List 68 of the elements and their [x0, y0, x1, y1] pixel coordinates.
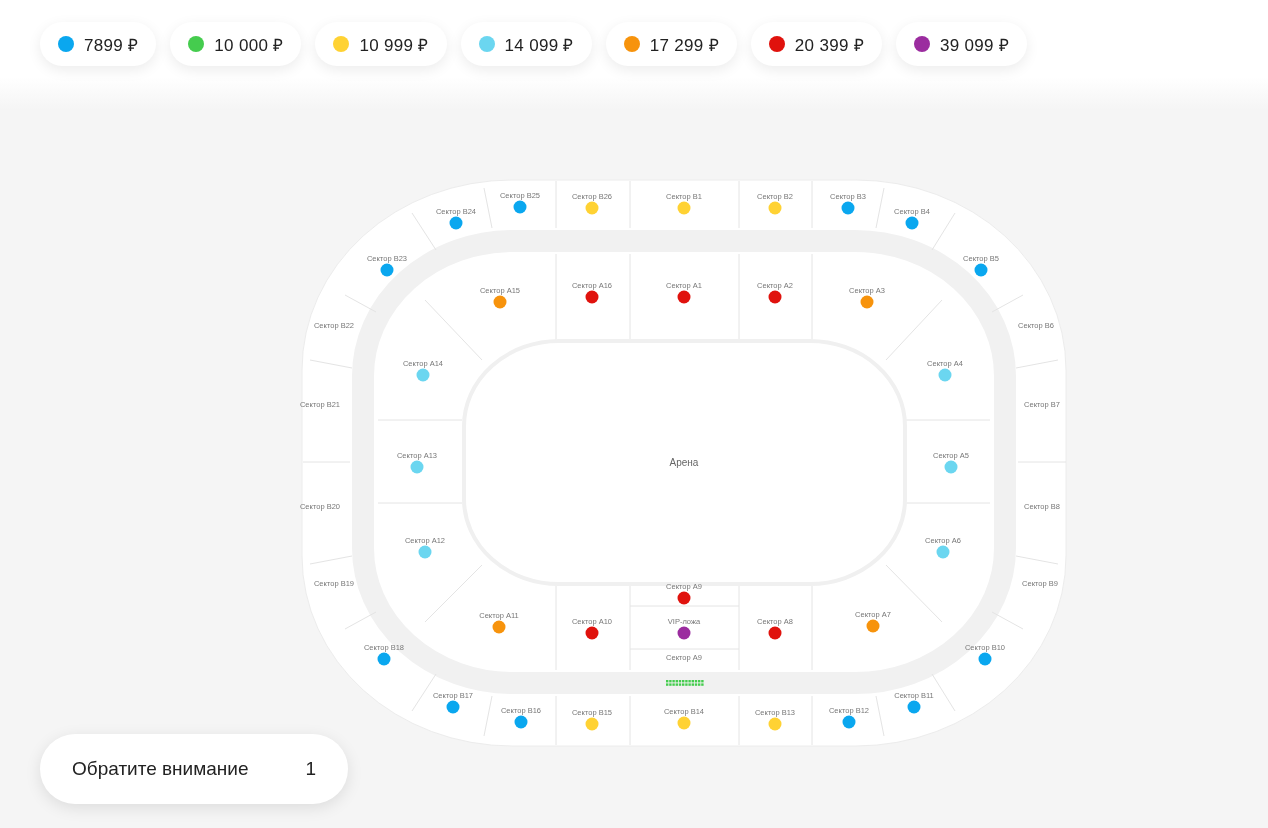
sector-price-dot[interactable]	[416, 368, 430, 382]
sector-price-dot[interactable]	[585, 626, 599, 640]
sector-divider	[344, 294, 377, 313]
sector-price-dot[interactable]	[978, 652, 992, 666]
sector-divider	[875, 695, 885, 737]
sector-divider	[931, 212, 956, 251]
price-filter-chip[interactable]: 10 999 ₽	[315, 22, 447, 66]
price-filter-chip[interactable]: 39 099 ₽	[895, 22, 1028, 66]
sector-price-dot[interactable]	[677, 290, 691, 304]
sector-price-dot[interactable]	[936, 545, 950, 559]
sector-divider	[991, 294, 1024, 313]
price-filter-chip[interactable]: 7899 ₽	[40, 22, 157, 66]
price-label: 10 999 ₽	[359, 34, 429, 56]
price-label: 14 099 ₽	[504, 34, 574, 56]
sector-divider	[1015, 359, 1059, 369]
price-label: 10 000 ₽	[214, 34, 284, 56]
price-label: 7899 ₽	[84, 34, 139, 56]
sector-price-dot[interactable]	[410, 460, 424, 474]
sector-price-dot[interactable]	[493, 295, 507, 309]
sector-divider	[885, 299, 943, 361]
sector-price-dot[interactable]	[377, 652, 391, 666]
sector-price-dot[interactable]	[944, 460, 958, 474]
sector-price-dot[interactable]	[585, 201, 599, 215]
sector-price-dot[interactable]	[380, 263, 394, 277]
notice-button[interactable]: Обратите внимание 1	[40, 734, 348, 804]
sector-price-dot[interactable]	[974, 263, 988, 277]
sector-price-dot[interactable]	[514, 715, 528, 729]
sector-price-dot[interactable]	[446, 700, 460, 714]
sector-price-dot[interactable]	[860, 295, 874, 309]
sector-divider	[483, 187, 493, 229]
sector-price-dot[interactable]	[418, 545, 432, 559]
sector-divider	[991, 611, 1024, 630]
sector-price-dot[interactable]	[938, 368, 952, 382]
price-label: 17 299 ₽	[649, 34, 719, 56]
sector-price-dot[interactable]	[842, 715, 856, 729]
price-label: 20 399 ₽	[794, 34, 864, 56]
sector-price-dot[interactable]	[907, 700, 921, 714]
sector-divider	[1015, 555, 1059, 565]
sector-price-dot[interactable]	[768, 626, 782, 640]
sector-divider	[309, 555, 353, 565]
sector-price-dot[interactable]	[677, 626, 691, 640]
sector-divider	[424, 299, 483, 361]
sector-divider	[309, 359, 353, 369]
sector-divider	[411, 212, 437, 251]
sector-price-dot[interactable]	[513, 200, 527, 214]
sector-price-dot[interactable]	[677, 716, 691, 730]
sector-price-dot[interactable]	[677, 591, 691, 605]
price-filter-chip[interactable]: 10 000 ₽	[170, 22, 302, 66]
sector-price-dot[interactable]	[768, 201, 782, 215]
sector-divider	[344, 611, 377, 630]
price-filter-chip[interactable]: 14 099 ₽	[460, 22, 592, 66]
sector-price-dot[interactable]	[449, 216, 463, 230]
sector-price-dot[interactable]	[866, 619, 880, 633]
price-label: 39 099 ₽	[939, 34, 1010, 56]
arena-label: Арена	[669, 457, 699, 468]
sector-price-dot[interactable]	[841, 201, 855, 215]
sector-divider	[875, 187, 885, 229]
sector-price-dot[interactable]	[677, 201, 691, 215]
sector-divider	[483, 695, 493, 737]
available-seats[interactable]	[666, 680, 704, 686]
sector-price-dot[interactable]	[492, 620, 506, 634]
price-filter-chip[interactable]: 20 399 ₽	[750, 22, 882, 66]
sector-price-dot[interactable]	[768, 717, 782, 731]
sector-price-dot[interactable]	[585, 290, 599, 304]
price-filter-chip[interactable]: 17 299 ₽	[605, 22, 737, 66]
sector-price-dot[interactable]	[585, 717, 599, 731]
sector-price-dot[interactable]	[905, 216, 919, 230]
sector-price-dot[interactable]	[768, 290, 782, 304]
